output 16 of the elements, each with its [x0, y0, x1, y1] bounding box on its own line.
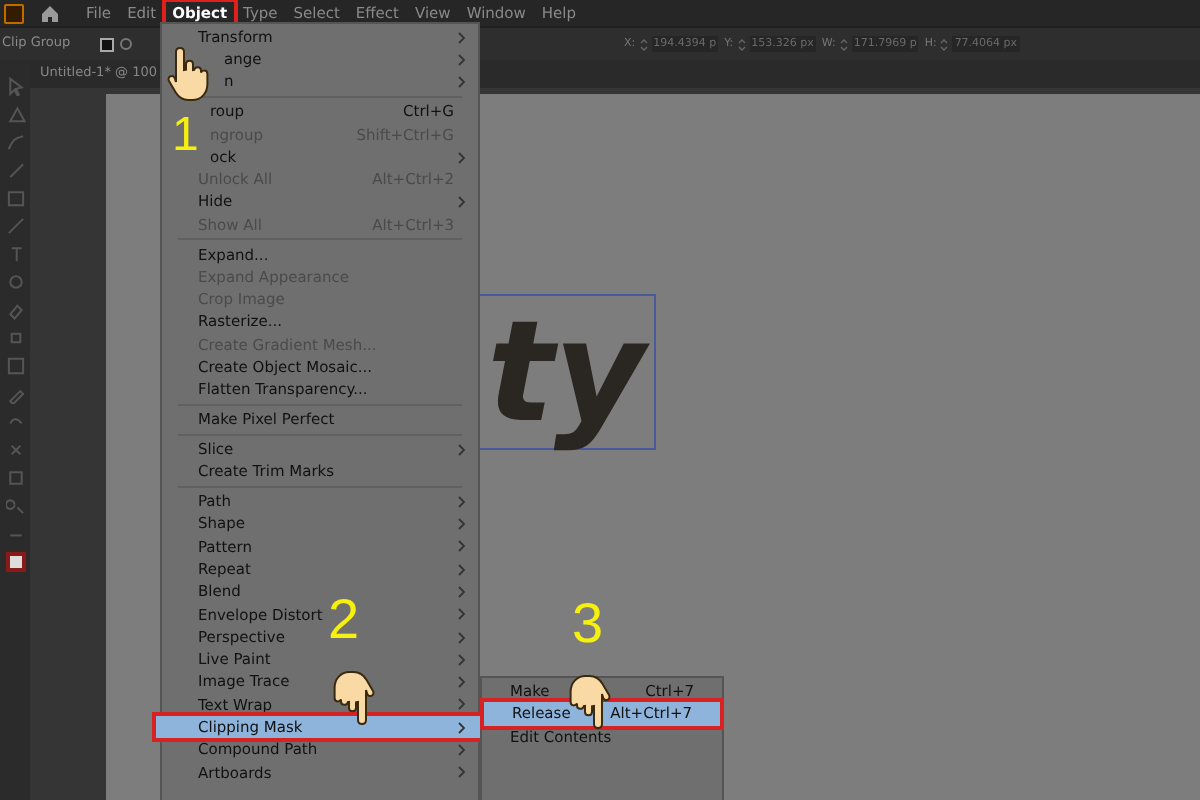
tool-icon[interactable]	[5, 496, 25, 516]
step-number: 1	[172, 112, 199, 160]
step-number: 2	[328, 592, 360, 648]
tool-icon[interactable]	[5, 468, 25, 488]
step-number: 3	[572, 596, 604, 652]
home-icon	[40, 3, 60, 23]
stepper-icon	[940, 37, 949, 51]
fill-stroke-icon[interactable]	[5, 552, 25, 572]
tool-icon[interactable]	[5, 440, 25, 460]
stepper-icon	[639, 37, 648, 51]
stepper-icon	[737, 37, 746, 51]
app-logo-icon	[4, 3, 24, 23]
tool-icon[interactable]	[5, 160, 25, 180]
pointing-hand-icon	[332, 668, 380, 728]
stepper-icon	[839, 37, 848, 51]
mask-icon	[100, 37, 114, 51]
